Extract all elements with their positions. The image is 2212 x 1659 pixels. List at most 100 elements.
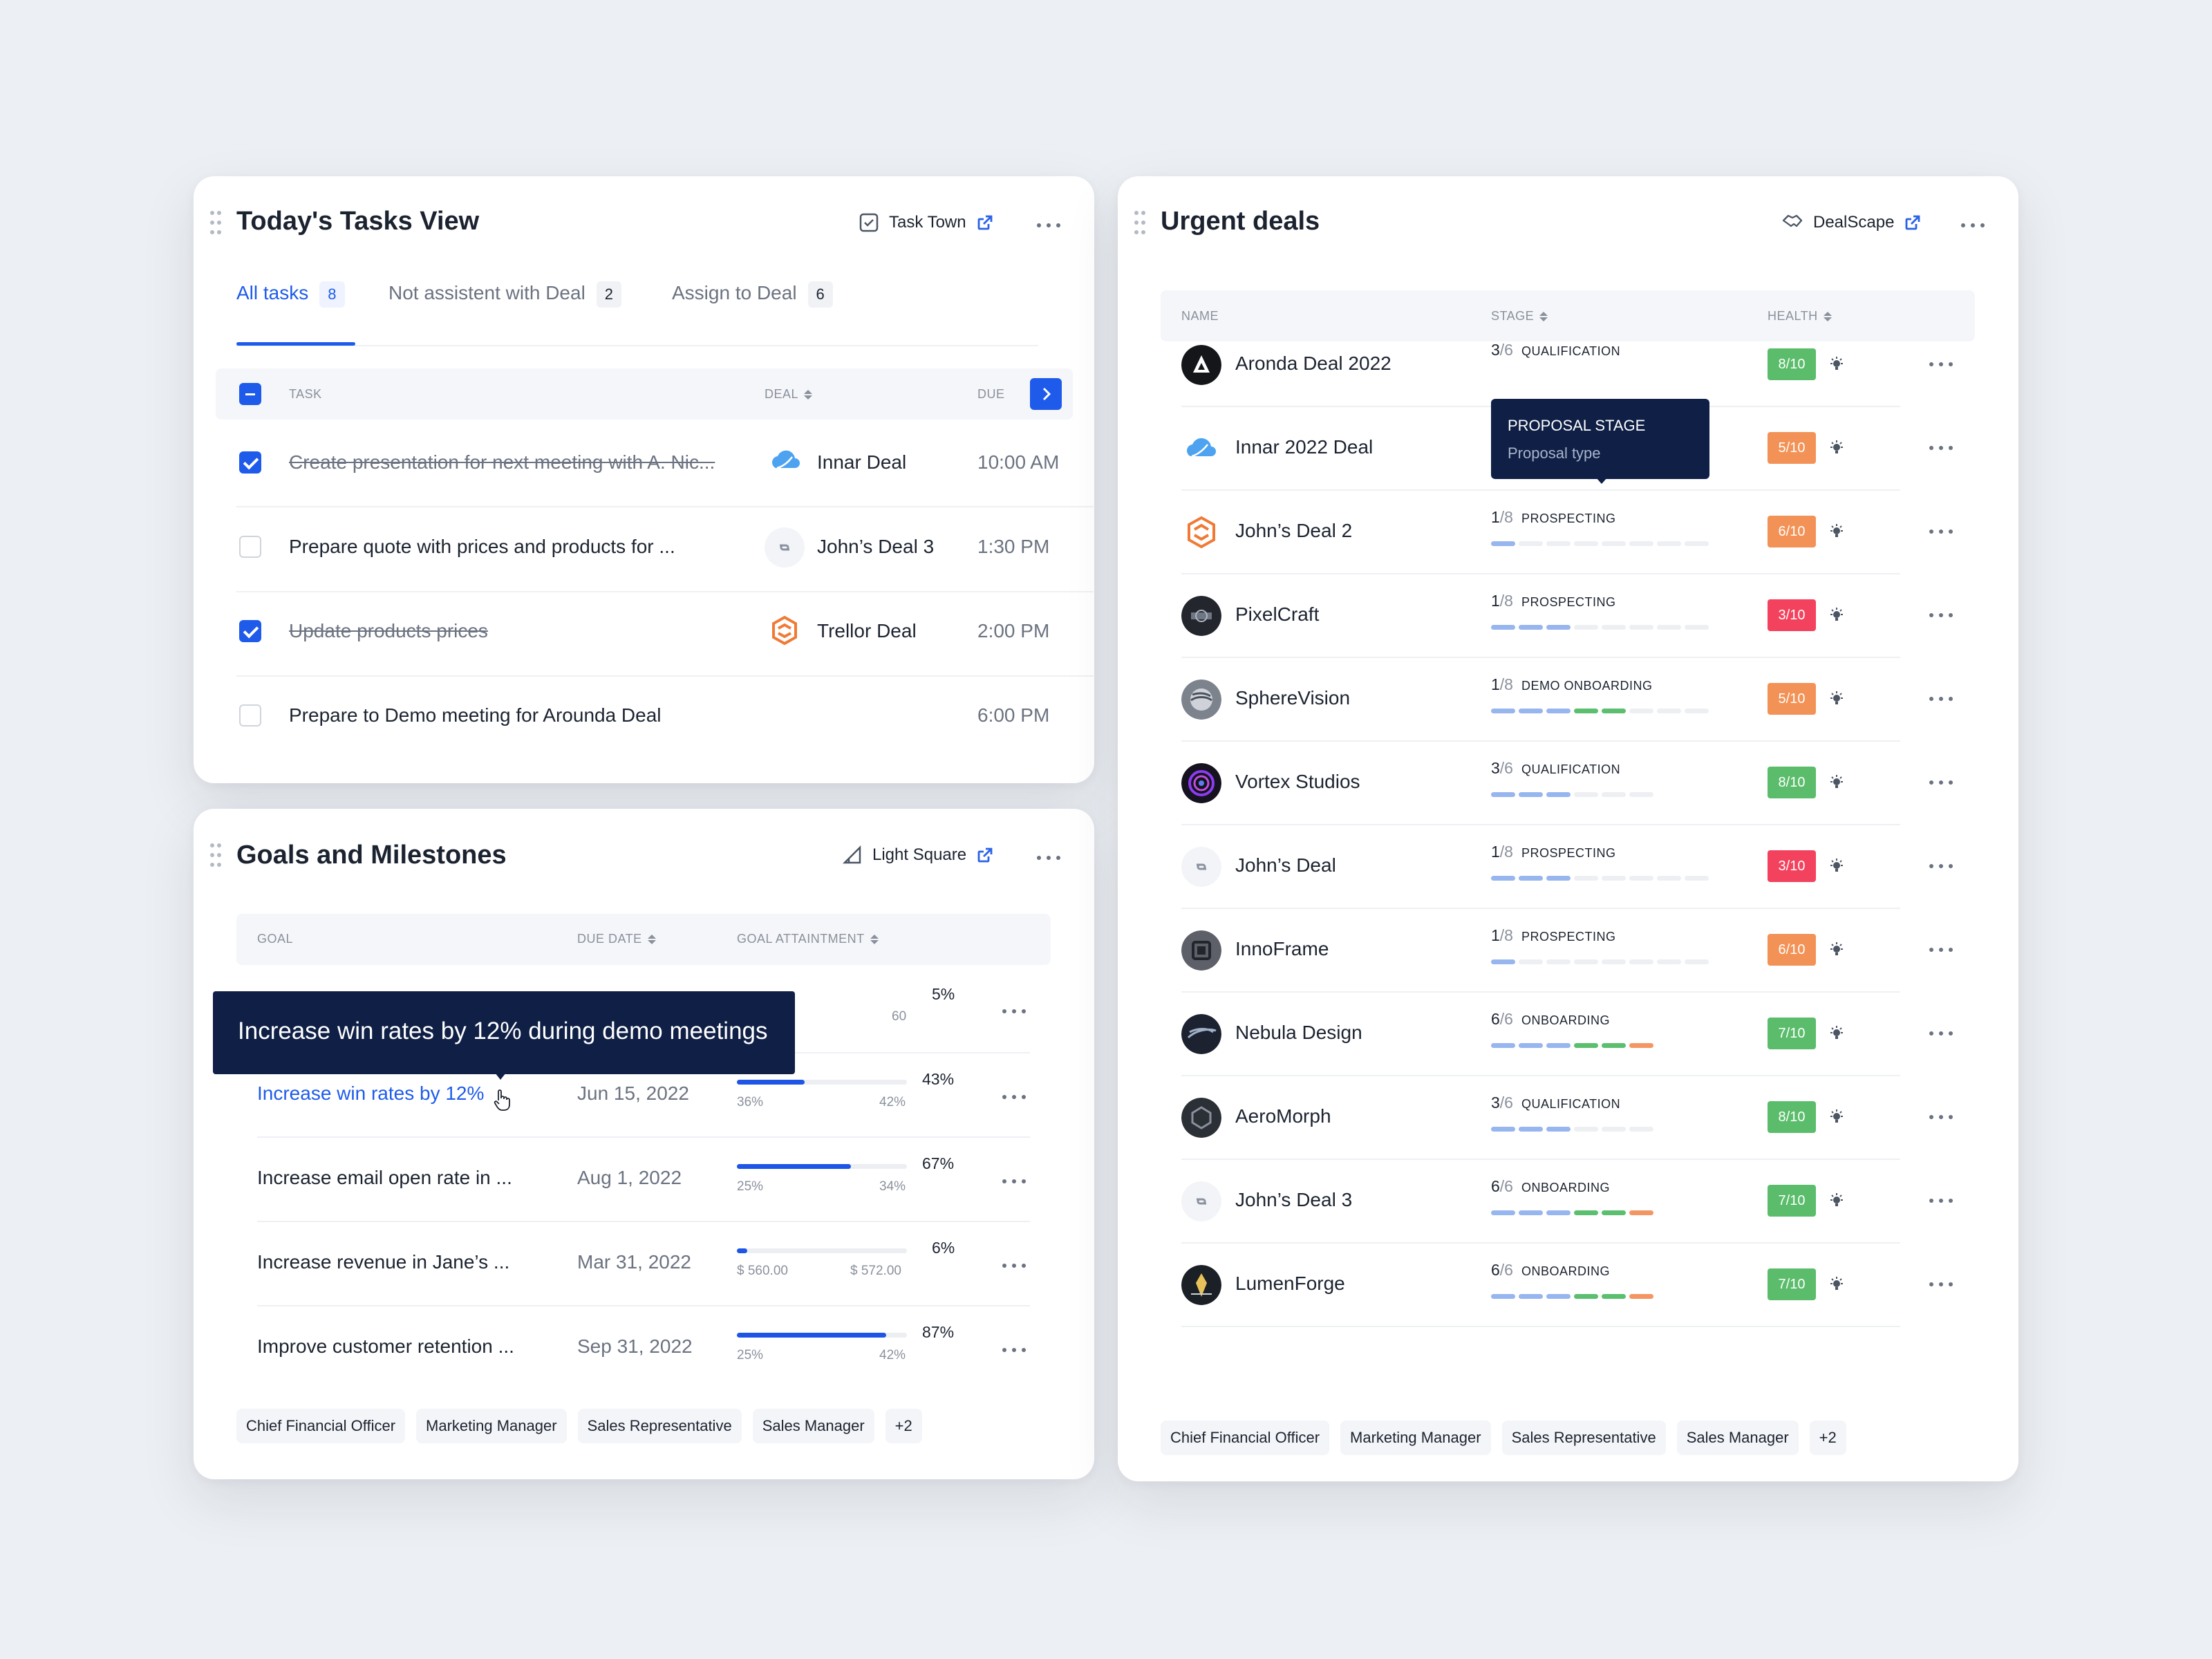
deal-more-icon[interactable] [1929,695,1953,702]
task-text[interactable]: Prepare to Demo meeting for Arounda Deal [289,704,662,727]
health-badge: 3/10 [1768,599,1816,631]
deal-more-icon[interactable] [1929,946,1953,953]
deal-name[interactable]: John’s Deal [1235,854,1336,877]
deal-name[interactable]: AeroMorph [1235,1105,1331,1127]
deal-name[interactable]: PixelCraft [1235,603,1319,626]
lightbulb-icon[interactable] [1828,941,1845,958]
task-text[interactable]: Update products prices [289,620,488,642]
more-options-icon[interactable] [1037,222,1060,229]
deal-more-icon[interactable] [1929,444,1953,451]
goal-more-icon[interactable] [1002,1347,1026,1353]
tab-assign-to-deal[interactable]: Assign to Deal 6 [672,281,833,308]
role-chip[interactable]: Marketing Manager [1340,1421,1491,1455]
tab-not-assigned[interactable]: Not assistent with Deal 2 [388,281,622,308]
more-roles-chip[interactable]: +2 [1809,1421,1846,1455]
goal-more-icon[interactable] [1002,1262,1026,1269]
tasks-source-link[interactable]: Task Town [859,212,994,233]
deal-more-icon[interactable] [1929,1114,1953,1121]
lightbulb-icon[interactable] [1828,1109,1845,1125]
deal-more-icon[interactable] [1929,863,1953,870]
deal-name[interactable]: InnoFrame [1235,938,1329,960]
deal-more-icon[interactable] [1929,1197,1953,1204]
more-options-icon[interactable] [1037,854,1060,861]
stage-label: QUALIFICATION [1521,344,1621,358]
external-link-icon [1906,215,1920,230]
lightbulb-icon[interactable] [1828,774,1845,791]
task-text[interactable]: Prepare quote with prices and products f… [289,536,675,558]
drag-handle-icon[interactable] [1134,211,1145,237]
tab-count: 6 [807,281,833,308]
lightbulb-icon[interactable] [1828,1025,1845,1042]
more-options-icon[interactable] [1961,222,1985,229]
deals-source-link[interactable]: DealScape [1781,212,1922,233]
tab-all-tasks[interactable]: All tasks 8 [236,281,345,308]
lightbulb-icon[interactable] [1828,523,1845,540]
goal-more-icon[interactable] [1002,1008,1026,1015]
task-checkbox[interactable] [239,704,261,727]
deal-name[interactable]: Nebula Design [1235,1022,1362,1044]
task-deal[interactable]: Innar Deal [817,451,906,474]
goal-text[interactable]: Increase email open rate in ... [257,1167,512,1189]
goal-text[interactable]: Increase revenue in Jane’s ... [257,1251,509,1273]
deal-more-icon[interactable] [1929,528,1953,535]
deal-logo-icon [1181,596,1221,636]
lightbulb-icon[interactable] [1828,356,1845,373]
lightbulb-icon[interactable] [1828,691,1845,707]
deal-more-icon[interactable] [1929,612,1953,619]
role-chip[interactable]: Sales Representative [577,1409,742,1443]
lightbulb-icon[interactable] [1828,1192,1845,1209]
deal-name[interactable]: Aronda Deal 2022 [1235,353,1391,375]
column-health[interactable]: HEALTH [1768,309,1832,324]
deal-name[interactable]: SphereVision [1235,687,1350,709]
stage-segment [1602,625,1626,630]
deal-name[interactable]: Vortex Studios [1235,771,1360,793]
stage-label: ONBOARDING [1521,1264,1610,1278]
role-chip[interactable]: Sales Manager [752,1409,874,1443]
deal-name[interactable]: Innar 2022 Deal [1235,436,1373,458]
role-chip[interactable]: Sales Representative [1501,1421,1666,1455]
stage-segment [1629,1043,1653,1048]
goal-text[interactable]: Improve customer retention ... [257,1335,514,1358]
column-due[interactable]: DUE [977,387,1005,402]
lightbulb-icon[interactable] [1828,607,1845,624]
deal-name[interactable]: John’s Deal 3 [1235,1189,1352,1211]
drag-handle-icon[interactable] [210,843,221,870]
task-deal[interactable]: Trellor Deal [817,620,917,642]
role-chip[interactable]: Marketing Manager [416,1409,567,1443]
tabs-divider [236,345,1038,346]
column-goal-attainment[interactable]: GOAL ATTAINTMENT [737,932,879,946]
scroll-right-button[interactable] [1030,378,1062,410]
deal-more-icon[interactable] [1929,1281,1953,1288]
column-stage[interactable]: STAGE [1491,309,1548,324]
role-chip[interactable]: Sales Manager [1676,1421,1799,1455]
column-due-date[interactable]: DUE DATE [577,932,656,946]
lightbulb-icon[interactable] [1828,1276,1845,1293]
task-deal[interactable]: John’s Deal 3 [817,536,934,558]
goals-source-link[interactable]: Light Square [842,845,994,865]
deal-name[interactable]: LumenForge [1235,1273,1345,1295]
lightbulb-icon[interactable] [1828,858,1845,874]
task-checkbox[interactable] [239,620,261,642]
goal-high: 34% [879,1179,906,1194]
deal-more-icon[interactable] [1929,1030,1953,1037]
deal-name[interactable]: John’s Deal 2 [1235,520,1352,542]
select-all-checkbox[interactable] [239,383,261,405]
deal-more-icon[interactable] [1929,361,1953,368]
lightbulb-icon[interactable] [1828,440,1845,456]
deal-logo-icon [1181,1098,1221,1138]
drag-handle-icon[interactable] [210,211,221,237]
goal-link[interactable]: Increase win rates by 12% [257,1082,484,1105]
sort-icon [1539,311,1548,321]
role-chip[interactable]: Chief Financial Officer [1161,1421,1330,1455]
goal-more-icon[interactable] [1002,1178,1026,1185]
task-text[interactable]: Create presentation for next meeting wit… [289,451,731,474]
more-roles-chip[interactable]: +2 [885,1409,922,1443]
goal-more-icon[interactable] [1002,1094,1026,1100]
stage-label: DEMO ONBOARDING [1521,679,1653,693]
role-chip[interactable]: Chief Financial Officer [236,1409,406,1443]
task-checkbox[interactable] [239,451,261,474]
column-deal[interactable]: DEAL [765,387,813,402]
task-checkbox[interactable] [239,536,261,558]
stage-label: PROSPECTING [1521,512,1616,525]
deal-more-icon[interactable] [1929,779,1953,786]
